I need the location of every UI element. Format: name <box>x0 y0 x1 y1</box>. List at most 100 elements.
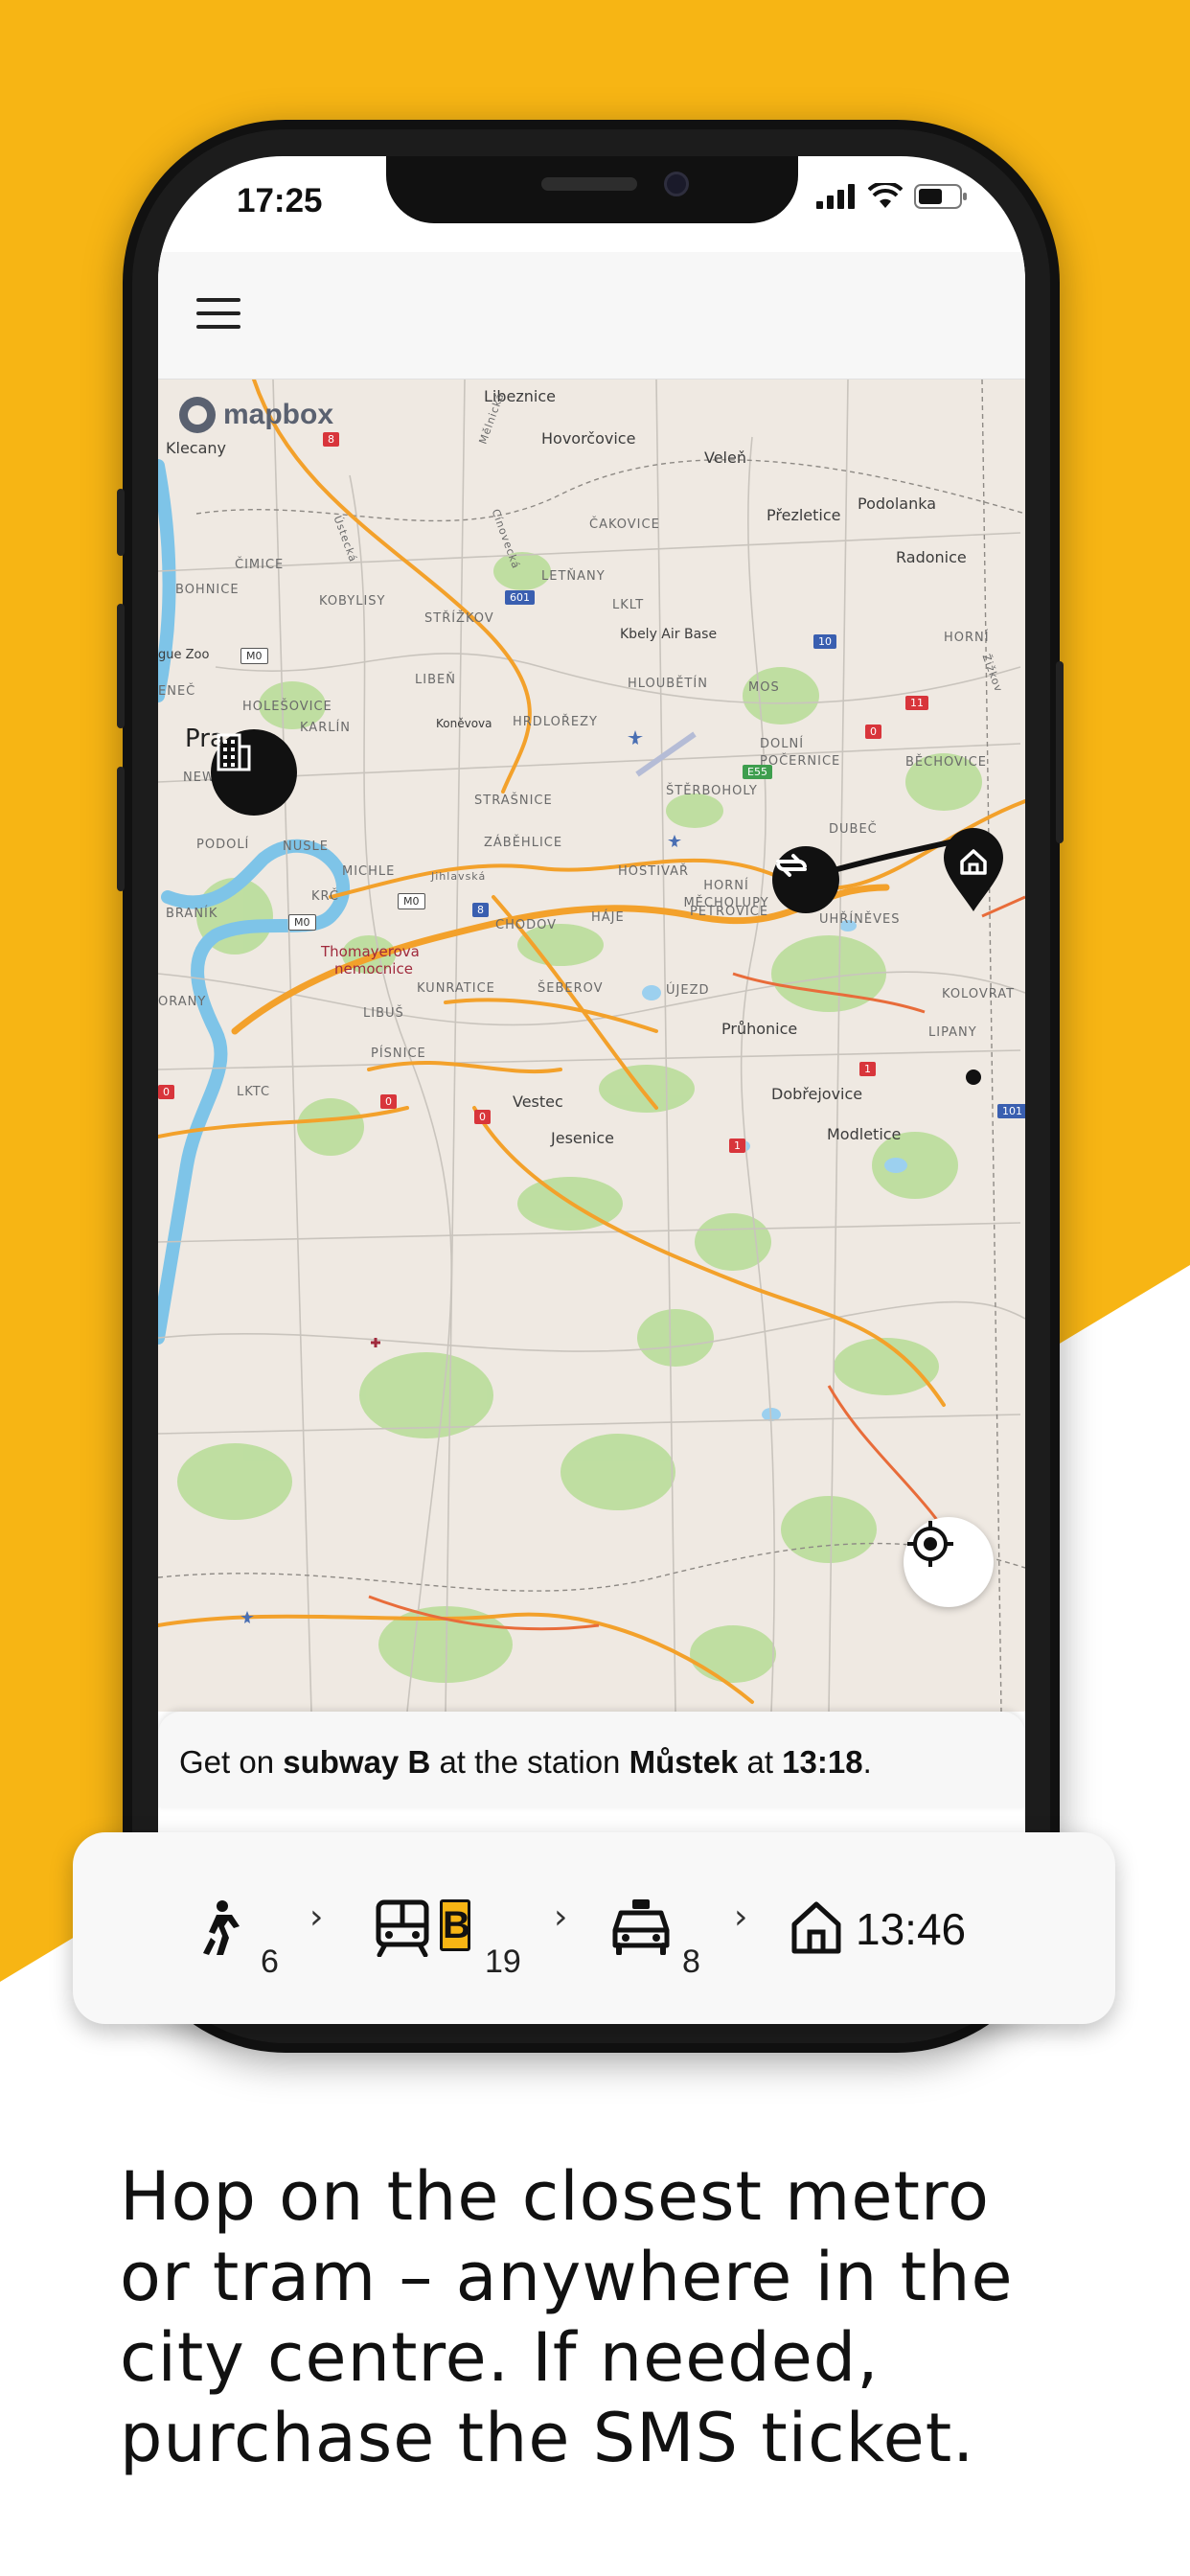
map-label: Thomayerova <box>321 943 420 960</box>
chevron-icon: › <box>734 1898 748 1937</box>
map-label: HLOUBĚTÍN <box>628 677 708 691</box>
chevron-icon: › <box>554 1898 568 1937</box>
marketing-caption: Hop on the closest metro or tram – anywh… <box>120 2156 1126 2478</box>
instruction-station: Můstek <box>629 1744 739 1780</box>
map-label: LIBEŇ <box>415 673 456 687</box>
status-time: 17:25 <box>237 182 323 219</box>
map-label: Koněvova <box>436 717 492 730</box>
map-label: MOS <box>748 680 780 695</box>
road-badge: 10 <box>813 634 836 649</box>
map-label: Veleň <box>704 448 746 467</box>
home-destination-pin[interactable] <box>942 825 1005 913</box>
map-label: Přezletice <box>767 506 841 524</box>
road-badge: M0 <box>398 893 425 909</box>
map-label: ORANY <box>158 995 207 1009</box>
road-badge: 601 <box>505 590 535 605</box>
my-location-button[interactable] <box>904 1517 994 1607</box>
phone-volume-down <box>117 767 125 891</box>
map-label: ČAKOVICE <box>589 518 660 532</box>
map-label: KRČ <box>311 889 339 904</box>
map-label: ŠTĚRBOHOLY <box>666 784 758 798</box>
map-label: Hovorčovice <box>541 429 636 448</box>
map-label: gue Zoo <box>158 648 210 662</box>
phone-mute-switch <box>117 489 125 556</box>
map-label: Modletice <box>827 1125 902 1143</box>
map-label: Podolanka <box>858 494 936 513</box>
walk-minutes: 6 <box>261 1944 279 1980</box>
taxi-minutes: 8 <box>682 1944 700 1980</box>
road-badge: 8 <box>323 432 339 447</box>
map-label: LETŇANY <box>541 569 606 584</box>
map-label: Kbely Air Base <box>620 627 718 642</box>
subway-minutes: 19 <box>485 1944 521 1980</box>
home-icon <box>791 1901 841 1954</box>
road-badge: M0 <box>288 914 316 931</box>
caption-line: Hop on the closest metro <box>120 2157 990 2236</box>
caption-line: city centre. If needed, <box>120 2318 880 2397</box>
map-label: nemocnice <box>334 960 413 978</box>
arrival-time: 13:46 <box>856 1904 967 1954</box>
map-label: ZÁBĚHLICE <box>484 836 563 850</box>
road-badge: 11 <box>905 696 928 710</box>
map-label: DUBEČ <box>829 822 878 837</box>
map-label: STŘÍŽKOV <box>424 611 494 626</box>
start-building-marker[interactable] <box>211 729 297 816</box>
status-icons <box>816 183 968 210</box>
app-header <box>158 252 1025 380</box>
status-bar: 17:25 <box>158 156 1025 252</box>
battery-icon <box>914 184 967 209</box>
hamburger-menu-icon[interactable] <box>196 298 240 333</box>
map-label: BRANÍK <box>166 907 218 921</box>
phone-volume-up <box>117 604 125 728</box>
front-camera <box>664 172 689 196</box>
building-icon <box>217 733 251 771</box>
road-badge: 0 <box>158 1085 174 1099</box>
map-label: MICHLE <box>342 864 396 879</box>
mapbox-wordmark: mapbox <box>223 399 334 430</box>
map-label: ŠEBEROV <box>538 981 604 996</box>
map-label: BĚCHOVICE <box>905 755 988 770</box>
map-label: KOBYLISY <box>319 594 386 609</box>
map-label: Jesenice <box>551 1129 614 1147</box>
map-view[interactable]: mapbox Libeznice Mělnická Klecany Hovorč… <box>158 380 1025 1712</box>
map-label: KARLÍN <box>300 721 352 735</box>
caption-line: purchase the SMS ticket. <box>120 2399 975 2477</box>
map-label: PODOLÍ <box>196 838 250 852</box>
map-label: LIPANY <box>928 1025 977 1040</box>
mapbox-logo: mapbox <box>179 397 333 433</box>
map-label: NUSLE <box>283 840 329 854</box>
map-label: Vestec <box>513 1092 563 1111</box>
map-label: HÁJE <box>591 910 625 925</box>
route-summary-card[interactable]: 6 › B 19 › 8 › 13:46 <box>73 1832 1115 2024</box>
signal-icon <box>816 184 855 209</box>
walk-icon <box>203 1900 240 1955</box>
road-badge: E55 <box>743 765 772 779</box>
subway-line-badge: B <box>440 1899 470 1951</box>
map-label: Radonice <box>896 548 967 566</box>
map-label: ČIMICE <box>235 558 285 572</box>
instruction-text: Get on subway B at the station Můstek at… <box>179 1744 872 1780</box>
map-label: HOSTIVAŘ <box>618 864 690 879</box>
map-label: Dobřejovice <box>771 1085 863 1103</box>
map-label: ENEČ <box>158 684 196 699</box>
map-label: Jihlavská <box>431 870 487 883</box>
map-label: PÍSNICE <box>371 1046 426 1061</box>
instruction-panel: Get on subway B at the station Můstek at… <box>158 1712 1025 1807</box>
road-badge: M0 <box>240 648 268 664</box>
earpiece <box>541 177 637 191</box>
map-label: CHODOV <box>495 918 557 932</box>
subway-train-icon <box>376 1899 429 1957</box>
map-label: KOLOVRAT <box>942 987 1016 1001</box>
map-label: ÚJEZD <box>666 983 710 998</box>
map-label: LKLT <box>612 598 645 612</box>
crosshair-icon <box>907 1521 953 1567</box>
map-label: KUNRATICE <box>417 981 495 996</box>
phone-power-button <box>1056 661 1064 843</box>
instruction-time: 13:18 <box>782 1744 863 1780</box>
transfer-marker[interactable] <box>772 846 839 913</box>
map-label: HRDLOŘEZY <box>513 715 598 729</box>
transfer-arrows-icon <box>776 854 807 877</box>
notch <box>386 156 798 223</box>
road-badge: 101 <box>997 1104 1025 1118</box>
map-label: PETROVICE <box>690 905 769 919</box>
